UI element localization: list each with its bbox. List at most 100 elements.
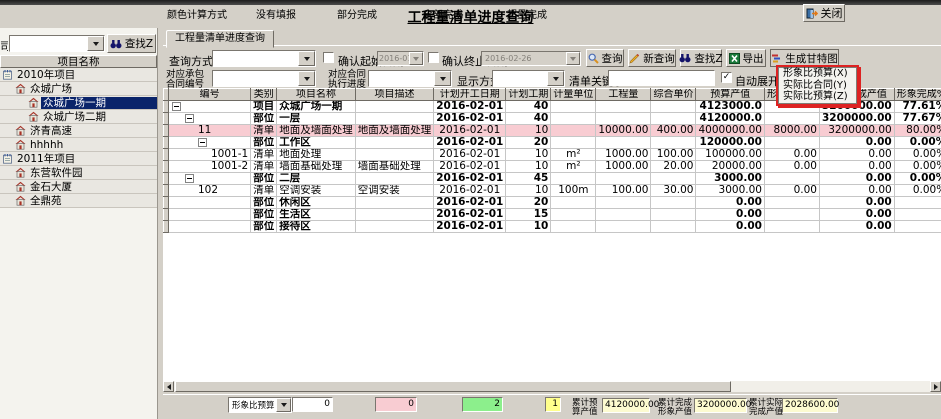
binoculars-icon xyxy=(110,39,122,49)
dropdown-arrow-icon[interactable] xyxy=(87,36,104,51)
code-text: 11 xyxy=(198,125,211,136)
scroll-left-button[interactable] xyxy=(163,381,174,392)
project-search-combo[interactable] xyxy=(9,35,105,52)
table-row-8[interactable]: 部位休闲区2016-02-01200.000.00 xyxy=(164,197,941,209)
cell-budget: 0.00 xyxy=(696,197,764,209)
cell-name: 地面及墙面处理 xyxy=(277,125,356,137)
table-row-5[interactable]: 1001-2清单墙面基础处理墙面基础处理2016-02-0110m²1000.0… xyxy=(164,161,941,173)
tree-item-6[interactable]: 2011年项目 xyxy=(0,152,157,166)
col-header-7[interactable]: 计量单位 xyxy=(551,89,596,101)
auto-expand-checkbox[interactable]: ✓ xyxy=(721,72,732,83)
confirm-end-checkbox[interactable] xyxy=(428,52,439,63)
cell-qty: 1000.00 xyxy=(596,149,651,161)
col-header-3[interactable]: 项目名称 xyxy=(277,89,356,101)
cell-cval: 0.00 xyxy=(819,197,894,209)
col-header-6[interactable]: 计划工期 xyxy=(506,89,551,101)
cell-type: 清单 xyxy=(251,149,277,161)
sidebar-find-button[interactable]: 查找Z xyxy=(107,34,156,53)
tree-item-1[interactable]: 众城广场 xyxy=(0,82,157,96)
cell-dur: 10 xyxy=(506,161,551,173)
cell-type: 清单 xyxy=(251,125,277,137)
cell-cval: 0.00 xyxy=(819,137,894,149)
collapse-icon[interactable] xyxy=(185,174,194,183)
close-button[interactable]: 关闭 xyxy=(803,4,845,22)
col-header-9[interactable]: 综合单价 xyxy=(651,89,696,101)
cell-price: 400.00 xyxy=(651,125,696,137)
dropdown-arrow-icon[interactable] xyxy=(434,71,451,86)
cell-cval: 0.00 xyxy=(819,149,894,161)
cell-date: 2016-02-01 xyxy=(434,149,506,161)
dropdown-arrow-icon[interactable] xyxy=(298,51,315,66)
gantt-chart-icon xyxy=(771,53,782,64)
cell-unit xyxy=(551,209,596,221)
collapse-icon[interactable] xyxy=(198,138,207,147)
tree-item-7[interactable]: 东营软件园 xyxy=(0,166,157,180)
cell-desc xyxy=(355,149,434,161)
horizontal-scrollbar[interactable] xyxy=(163,381,941,392)
color-mode-combo[interactable]: 形象比预算 xyxy=(228,397,292,413)
cell-desc xyxy=(355,137,434,149)
tree-item-5[interactable]: hhhhh xyxy=(0,138,157,152)
tree-item-2[interactable]: 众城广场一期 xyxy=(0,96,157,110)
table-row-9[interactable]: 部位生活区2016-02-01150.000.00 xyxy=(164,209,941,221)
cell-unit: m² xyxy=(551,149,596,161)
display-mode-combo[interactable] xyxy=(492,70,565,87)
find-button[interactable]: 查找Z xyxy=(680,49,722,67)
col-header-8[interactable]: 工程量 xyxy=(596,89,651,101)
tree-item-9[interactable]: 全鼎苑 xyxy=(0,194,157,208)
col-header-13[interactable]: 形象完成% xyxy=(894,89,941,101)
query-button[interactable]: 查询 xyxy=(586,49,624,67)
gantt-menu-item-0[interactable]: 形象比预算(X) xyxy=(779,68,856,80)
query-mode-combo[interactable] xyxy=(212,50,316,67)
cell-qty xyxy=(596,137,651,149)
table-row-7[interactable]: 102清单空调安装空调安装2016-02-0110100m100.0030.00… xyxy=(164,185,941,197)
tree-item-4[interactable]: 济青高速 xyxy=(0,124,157,138)
progress-table[interactable]: 编号类别项目名称项目描述计划开工日期计划工期计量单位工程量综合单价预算产值 形象完… xyxy=(163,88,941,233)
col-header-1[interactable]: 编号 xyxy=(169,89,251,101)
scroll-right-button[interactable] xyxy=(930,381,941,392)
generate-gantt-button[interactable]: 生成甘特图 xyxy=(770,49,839,67)
dropdown-arrow-icon[interactable] xyxy=(276,398,291,412)
binoculars-icon xyxy=(679,53,691,63)
gantt-menu-item-1[interactable]: 实际比合同(Y) xyxy=(779,80,856,92)
table-row-10[interactable]: 部位接待区2016-02-01100.000.00 xyxy=(164,221,941,233)
notebook-icon xyxy=(2,153,13,164)
table-row-2[interactable]: 11清单地面及墙面处理地面及墙面处理2016-02-011010000.0040… xyxy=(164,125,941,137)
cell-name: 空调安装 xyxy=(277,185,356,197)
dropdown-arrow-icon xyxy=(566,52,580,65)
dropdown-arrow-icon[interactable] xyxy=(547,71,564,86)
dropdown-arrow-icon[interactable] xyxy=(298,71,315,86)
table-row-6[interactable]: 部位二层2016-02-01453000.000.000.00% xyxy=(164,173,941,185)
collapse-icon[interactable] xyxy=(185,114,194,123)
table-row-1[interactable]: 部位一层2016-02-01404120000.03200000.0077.67… xyxy=(164,113,941,125)
col-header-4[interactable]: 项目描述 xyxy=(355,89,434,101)
table-row-3[interactable]: 部位工作区2016-02-0120120000.000.000.00% xyxy=(164,137,941,149)
col-header-5[interactable]: 计划开工日期 xyxy=(434,89,506,101)
contract-no-combo[interactable] xyxy=(212,70,316,87)
total-label-2: 累计实际完成产值 xyxy=(749,399,783,416)
collapse-icon[interactable] xyxy=(172,102,181,111)
cell-dur: 10 xyxy=(506,125,551,137)
table-row-4[interactable]: 1001-1清单地面处理2016-02-0110m²1000.00100.001… xyxy=(164,149,941,161)
new-query-button[interactable]: 新查询 xyxy=(628,49,676,67)
confirm-start-checkbox[interactable] xyxy=(323,52,334,63)
cell-qty xyxy=(596,197,651,209)
cell-name: 二层 xyxy=(277,173,356,185)
col-header-10[interactable]: 预算产值 xyxy=(696,89,764,101)
tab-progress-query[interactable]: 工程量清单进度查询 xyxy=(166,30,274,48)
tree-item-8[interactable]: 金石大厦 xyxy=(0,180,157,194)
cell-name: 接待区 xyxy=(277,221,356,233)
tree-item-0[interactable]: 2010年项目 xyxy=(0,68,157,82)
export-button[interactable]: 导出 xyxy=(726,49,766,67)
col-header-2[interactable]: 类别 xyxy=(251,89,277,101)
tree-item-3[interactable]: 众城广场二期 xyxy=(0,110,157,124)
contract-progress-combo[interactable] xyxy=(368,70,452,87)
color-mode-value: 形象比预算 xyxy=(229,399,276,411)
cell-unit: 100m xyxy=(551,185,596,197)
cell-code xyxy=(169,221,251,233)
scrollbar-thumb[interactable] xyxy=(175,381,731,392)
gantt-menu-item-2[interactable]: 实际比预算(Z) xyxy=(779,91,856,103)
keyword-input[interactable] xyxy=(608,70,715,86)
tree-header[interactable]: 项目名称 xyxy=(0,55,157,68)
cell-unit xyxy=(551,113,596,125)
